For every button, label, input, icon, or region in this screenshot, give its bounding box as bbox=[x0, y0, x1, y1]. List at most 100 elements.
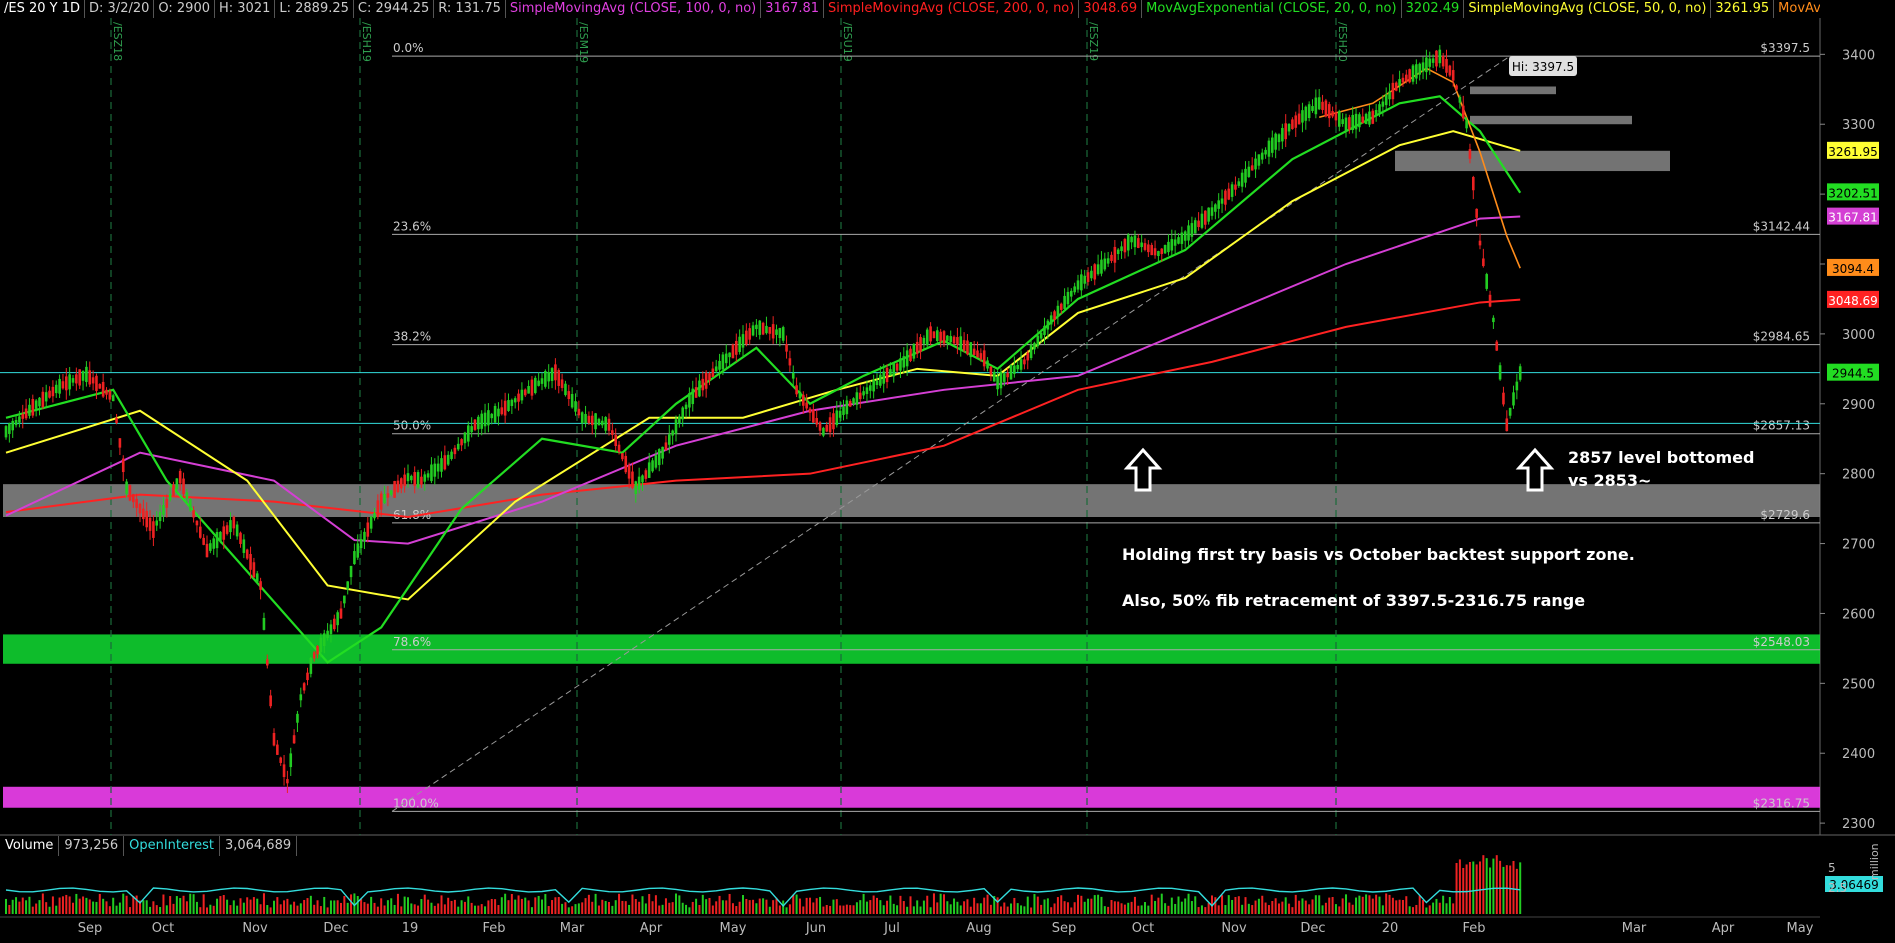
candle-body bbox=[570, 393, 574, 408]
candle-body bbox=[1334, 112, 1338, 121]
volume-bar bbox=[1167, 905, 1170, 914]
candle-body bbox=[1445, 59, 1448, 73]
candle-body bbox=[761, 322, 765, 335]
price-badge-label: 3094.4 bbox=[1832, 262, 1874, 276]
candle-body bbox=[654, 455, 658, 468]
candle-body bbox=[929, 326, 932, 342]
volume-bar bbox=[738, 901, 741, 914]
candle-body bbox=[1431, 58, 1435, 63]
volume-bar bbox=[591, 901, 594, 914]
volume-bar bbox=[1231, 899, 1234, 914]
candle-body bbox=[651, 460, 654, 472]
candle-body bbox=[731, 344, 735, 359]
volume-bar bbox=[735, 906, 738, 914]
candle-body bbox=[1177, 237, 1180, 244]
volume-bar bbox=[55, 905, 58, 914]
candle-body bbox=[105, 389, 108, 395]
volume-bar bbox=[688, 907, 691, 914]
volume-bar bbox=[1515, 868, 1518, 914]
volume-bar bbox=[581, 902, 584, 914]
volume-bar bbox=[192, 894, 195, 914]
candle-body bbox=[229, 520, 232, 533]
candle-body bbox=[590, 415, 594, 426]
candle-body bbox=[132, 494, 135, 503]
volume-bar bbox=[748, 900, 751, 914]
volume-bar bbox=[1177, 896, 1180, 914]
volume-bar bbox=[1512, 860, 1515, 914]
candle-body bbox=[922, 337, 926, 344]
contract-marker-label: /ESZ18 bbox=[111, 22, 124, 61]
date-axis-label: Nov bbox=[242, 921, 268, 936]
candle-body bbox=[369, 516, 373, 529]
candle-body bbox=[1271, 137, 1274, 153]
volume-bar bbox=[356, 895, 359, 914]
candle-body bbox=[1240, 172, 1244, 187]
candle-body bbox=[205, 543, 209, 558]
candle-body bbox=[396, 480, 400, 492]
volume-bar bbox=[916, 900, 919, 914]
volume-bar bbox=[711, 905, 714, 914]
candle-body bbox=[577, 408, 581, 416]
candle-body bbox=[470, 426, 473, 433]
volume-bar bbox=[902, 901, 905, 914]
candle-body bbox=[621, 453, 624, 460]
volume-bar bbox=[695, 898, 698, 914]
volume-bar bbox=[329, 900, 332, 914]
candle-body bbox=[195, 520, 199, 526]
volume-bar bbox=[715, 901, 718, 914]
fib-price-label: $2729.6 bbox=[1760, 508, 1810, 522]
volume-bar bbox=[1033, 894, 1036, 914]
volume-bar bbox=[869, 900, 872, 914]
candle-body bbox=[647, 462, 651, 478]
volume-bar bbox=[112, 897, 115, 914]
candle-body bbox=[1153, 248, 1157, 256]
volume-bar bbox=[1401, 899, 1404, 914]
sma50-line bbox=[5, 130, 1521, 601]
date-axis-label: May bbox=[720, 921, 747, 936]
volume-bar bbox=[1251, 905, 1254, 914]
volume-bar bbox=[829, 905, 832, 914]
candle-body bbox=[1257, 154, 1261, 166]
volume-bar bbox=[621, 900, 624, 914]
volume-bar bbox=[601, 899, 604, 914]
volume-bar bbox=[229, 905, 232, 914]
candle-body bbox=[463, 432, 467, 444]
candle-body bbox=[691, 388, 695, 405]
candle-body bbox=[1066, 291, 1070, 305]
candle-body bbox=[587, 415, 591, 424]
candle-body bbox=[855, 392, 859, 405]
candle-body bbox=[1076, 280, 1080, 290]
volume-bar bbox=[772, 900, 775, 914]
volume-bar bbox=[879, 900, 882, 914]
candle-body bbox=[115, 417, 118, 424]
candle-body bbox=[704, 372, 708, 389]
candle-body bbox=[1244, 168, 1247, 183]
candle-body bbox=[1187, 225, 1190, 241]
date-axis-label: Apr bbox=[1712, 921, 1735, 936]
candle-body bbox=[1026, 352, 1030, 361]
candle-body bbox=[1207, 207, 1210, 222]
gray-zone-4 bbox=[1470, 86, 1556, 95]
candle-body bbox=[272, 732, 276, 746]
volume-bar bbox=[644, 903, 647, 914]
volume-bar bbox=[1127, 902, 1130, 914]
volume-bar bbox=[755, 903, 758, 914]
volume-bar bbox=[1184, 898, 1187, 914]
candle-body bbox=[158, 511, 162, 522]
volume-bar bbox=[1234, 897, 1237, 914]
volume-bar bbox=[1036, 896, 1039, 914]
candle-body bbox=[111, 395, 115, 402]
candle-body bbox=[1291, 119, 1294, 130]
green-zone bbox=[3, 634, 1820, 664]
candle-body bbox=[1160, 248, 1164, 255]
volume-bar bbox=[48, 906, 51, 914]
candle-body bbox=[1331, 111, 1334, 117]
candle-body bbox=[1338, 111, 1341, 127]
candle-body bbox=[349, 565, 353, 578]
candle-body bbox=[815, 418, 818, 425]
volume-bar bbox=[849, 905, 852, 914]
price-chart[interactable]: /ESZ18/ESH19/ESM19/ESU19/ESZ19/ESH200.0%… bbox=[0, 0, 1895, 943]
volume-bar bbox=[1281, 901, 1284, 914]
volume-bar bbox=[608, 901, 610, 914]
candle-body bbox=[101, 381, 105, 397]
